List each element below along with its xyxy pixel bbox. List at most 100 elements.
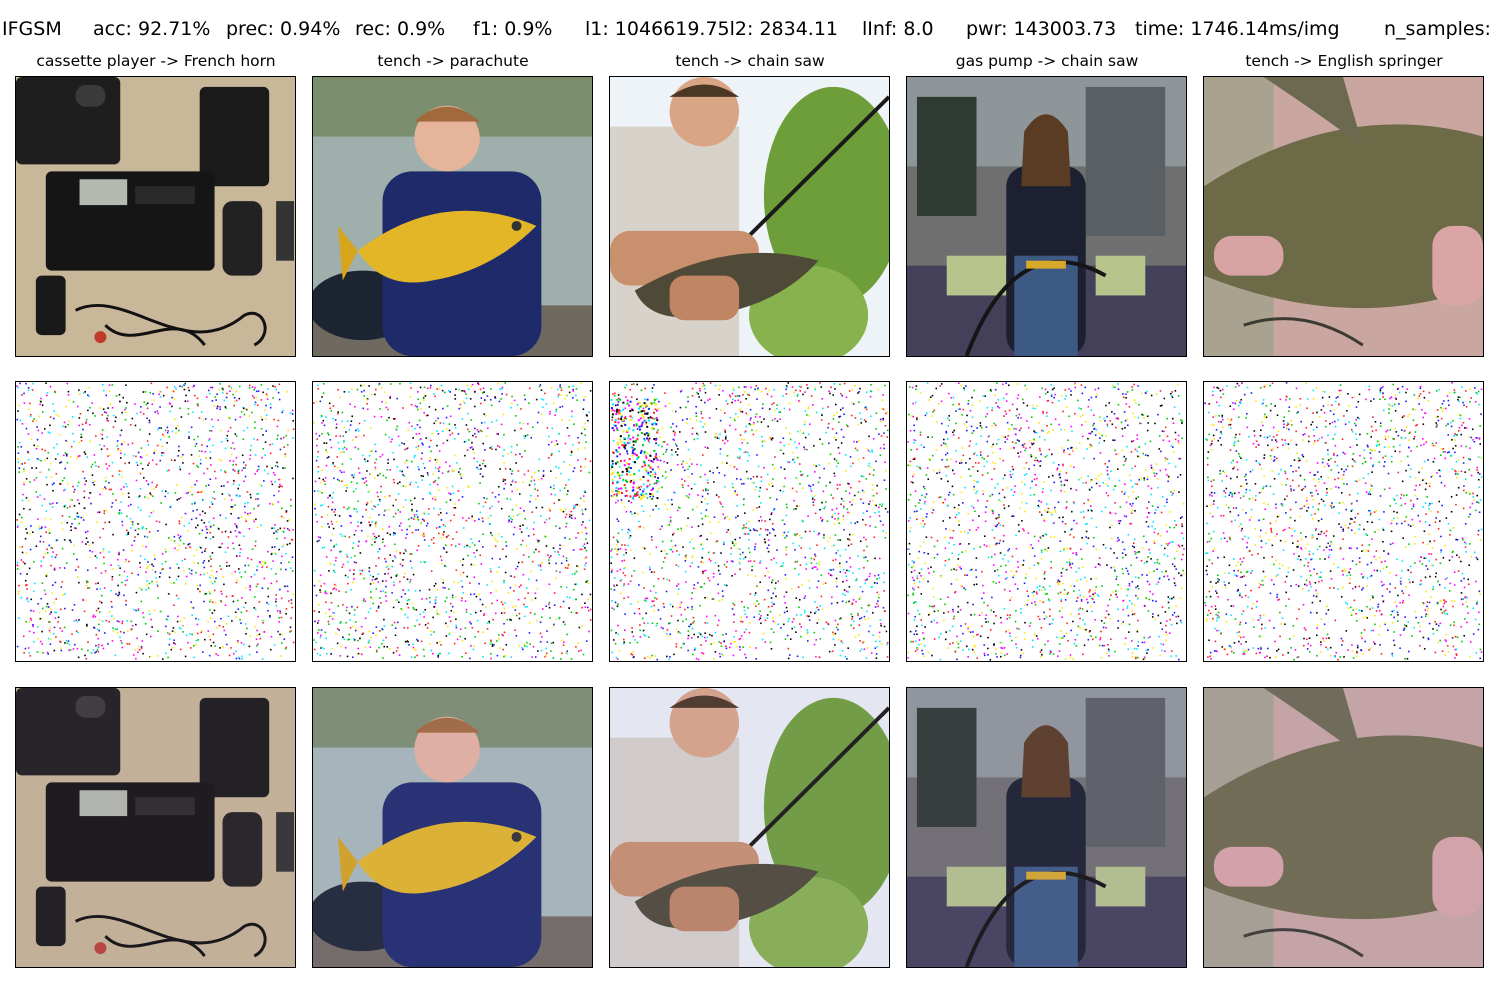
- noise-pixel: [40, 471, 42, 474]
- noise-pixel: [481, 603, 484, 606]
- noise-pixel: [655, 442, 657, 445]
- noise-pixel: [151, 403, 154, 406]
- noise-pixel: [875, 504, 877, 507]
- noise-pixel: [823, 534, 825, 536]
- noise-pixel: [461, 586, 464, 588]
- noise-pixel: [46, 457, 49, 460]
- noise-pixel: [225, 396, 228, 399]
- noise-pixel: [106, 448, 109, 450]
- noise-pixel: [559, 384, 562, 386]
- noise-pixel: [749, 560, 752, 562]
- noise-pixel: [651, 387, 654, 389]
- noise-pixel: [40, 535, 42, 538]
- noise-pixel: [177, 575, 180, 578]
- noise-pixel: [47, 653, 49, 655]
- noise-pixel: [536, 489, 539, 492]
- noise-pixel: [361, 653, 363, 656]
- noise-pixel: [167, 430, 170, 432]
- noise-pixel: [448, 423, 451, 425]
- noise-pixel: [699, 476, 702, 478]
- noise-pixel: [347, 561, 349, 563]
- noise-pixel: [666, 462, 669, 464]
- noise-pixel: [103, 562, 105, 565]
- noise-pixel: [834, 512, 836, 515]
- noise-pixel: [747, 560, 750, 563]
- noise-pixel: [386, 419, 388, 422]
- noise-pixel: [785, 503, 788, 506]
- noise-pixel: [20, 446, 23, 448]
- noise-pixel: [273, 546, 276, 548]
- noise-pixel: [67, 394, 70, 396]
- noise-pixel: [584, 602, 586, 605]
- noise-pixel: [771, 605, 773, 607]
- noise-pixel: [886, 641, 889, 644]
- noise-pixel: [835, 432, 838, 434]
- noise-pixel: [78, 522, 81, 525]
- noise-pixel: [149, 655, 152, 658]
- noise-pixel: [199, 458, 202, 461]
- noise-pixel: [414, 427, 416, 430]
- noise-pixel: [139, 555, 142, 557]
- noise-pixel: [655, 505, 657, 507]
- noise-pixel: [239, 548, 242, 550]
- noise-pixel: [127, 531, 130, 534]
- noise-pixel: [269, 452, 272, 455]
- noise-pixel: [759, 562, 761, 564]
- noise-pixel: [788, 461, 791, 464]
- noise-pixel: [390, 440, 392, 443]
- noise-pixel: [695, 405, 697, 408]
- noise-pixel: [168, 537, 170, 539]
- noise-pixel: [108, 481, 110, 484]
- noise-pixel: [46, 548, 48, 551]
- noise-pixel: [701, 651, 703, 654]
- noise-pixel: [232, 393, 234, 396]
- noise-pixel: [791, 386, 794, 388]
- noise-pixel: [473, 457, 475, 460]
- noise-pixel: [882, 530, 885, 532]
- noise-pixel: [327, 623, 330, 625]
- noise-pixel: [340, 645, 342, 648]
- noise-pixel: [29, 481, 31, 483]
- noise-pixel: [552, 484, 555, 487]
- noise-pixel: [523, 435, 525, 437]
- noise-pixel: [374, 461, 376, 464]
- noise-pixel: [385, 585, 387, 588]
- noise-pixel: [114, 654, 117, 657]
- noise-pixel: [495, 589, 498, 592]
- noise-pixel: [164, 495, 167, 498]
- noise-pixel: [879, 640, 881, 643]
- noise-pixel: [611, 651, 614, 654]
- noise-pixel: [228, 385, 230, 388]
- noise-pixel: [633, 557, 636, 559]
- noise-pixel: [155, 520, 158, 523]
- noise-pixel: [336, 456, 339, 458]
- noise-pixel: [565, 557, 568, 559]
- noise-pixel: [283, 537, 286, 539]
- noise-pixel: [813, 643, 816, 646]
- noise-pixel: [46, 651, 49, 654]
- noise-pixel: [559, 547, 561, 550]
- noise-pixel: [176, 549, 179, 551]
- noise-pixel: [877, 605, 879, 608]
- noise-pixel: [877, 506, 880, 509]
- noise-pixel: [200, 631, 202, 634]
- noise-pixel: [353, 578, 355, 580]
- noise-pixel: [815, 566, 817, 568]
- noise-pixel: [842, 436, 845, 438]
- noise-pixel: [316, 652, 319, 655]
- noise-pixel: [378, 646, 380, 649]
- noise-pixel: [629, 642, 631, 644]
- noise-pixel: [391, 592, 393, 594]
- noise-pixel: [690, 487, 693, 490]
- noise-pixel: [209, 429, 211, 432]
- noise-pixel: [172, 390, 175, 393]
- noise-pixel: [589, 593, 592, 596]
- noise-pixel: [347, 582, 349, 585]
- noise-pixel: [131, 544, 133, 547]
- noise-pixel: [368, 570, 371, 573]
- noise-pixel: [770, 438, 773, 441]
- noise-pixel: [221, 531, 224, 534]
- noise-pixel: [392, 451, 395, 454]
- noise-pixel: [81, 541, 84, 543]
- noise-pixel: [423, 412, 425, 414]
